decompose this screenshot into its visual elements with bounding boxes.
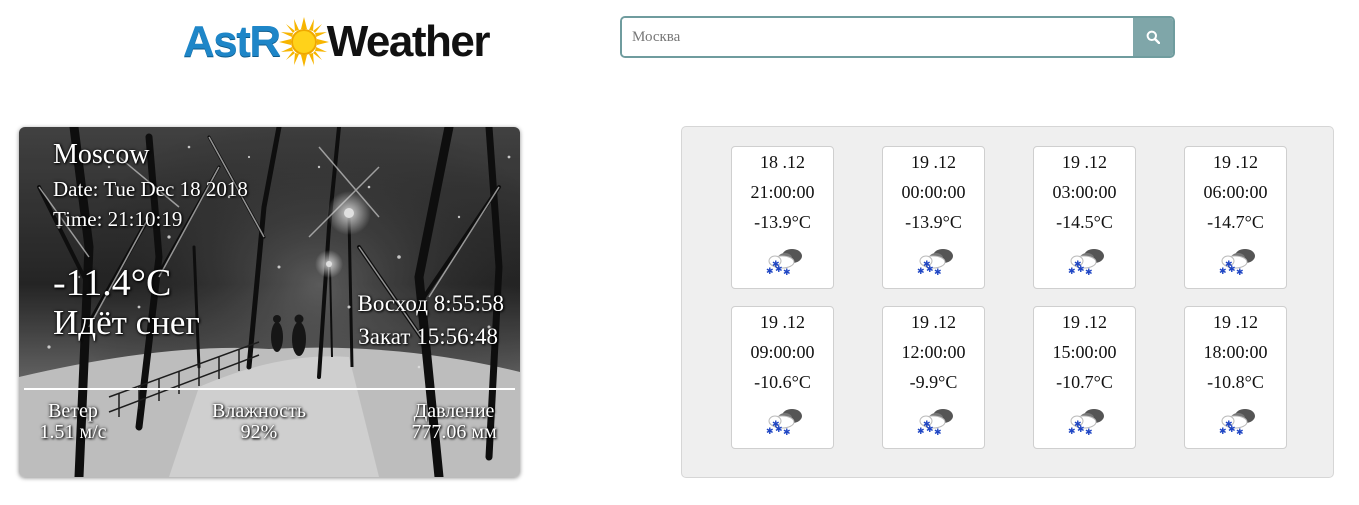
forecast-date: 19 .12 [1213,152,1258,172]
forecast-card: 19 .12 09:00:00 -10.6°C ✱ ✱ ✱ ✱ [731,306,834,449]
sunset-time: Закат 15:56:48 [358,324,498,349]
logo-text-astr: AstR [183,17,281,66]
svg-text:✱: ✱ [934,428,942,437]
forecast-panel: 18 .12 21:00:00 -13.9°C ✱ ✱ ✱ ✱ 19 .12 00:0… [681,126,1334,478]
wind-value: 1.51 м/с [39,421,107,443]
forecast-time: 12:00:00 [901,342,966,362]
svg-text:✱: ✱ [1225,420,1233,430]
forecast-card: 19 .12 12:00:00 -9.9°C ✱ ✱ ✱ ✱ [882,306,985,449]
forecast-card: 18 .12 21:00:00 -13.9°C ✱ ✱ ✱ ✱ [731,146,834,289]
forecast-time: 18:00:00 [1203,342,1268,362]
search-button[interactable] [1133,18,1173,56]
svg-text:✱: ✱ [1236,268,1244,277]
snow-cloud-icon: ✱ ✱ ✱✱ [1219,409,1255,437]
snow-cloud-icon: ✱ ✱ ✱✱ [766,249,802,277]
forecast-date: 19 .12 [760,312,805,332]
forecast-time: 09:00:00 [750,342,815,362]
snow-cloud-icon: ✱ ✱ ✱✱ [1219,249,1255,277]
forecast-date: 18 .12 [760,152,805,172]
logo-text-weather: Weather [326,17,491,66]
snow-cloud-icon: ✱ ✱ ✱✱ [917,409,953,437]
forecast-date: 19 .12 [911,152,956,172]
svg-text:✱: ✱ [783,268,791,277]
app-logo: AstR Weather [183,12,503,72]
svg-text:✱: ✱ [772,420,780,430]
forecast-time: 00:00:00 [901,182,966,202]
svg-text:✱: ✱ [1225,260,1233,270]
forecast-temp: -10.7°C [1056,372,1113,392]
current-condition: Идёт снег [53,303,200,342]
forecast-date: 19 .12 [1062,152,1107,172]
forecast-date: 19 .12 [1213,312,1258,332]
forecast-card: 19 .12 03:00:00 -14.5°C ✱ ✱ ✱ ✱ [1033,146,1136,289]
forecast-temp: -9.9°C [909,372,958,392]
forecast-time: 15:00:00 [1052,342,1117,362]
svg-text:✱: ✱ [1236,428,1244,437]
forecast-temp: -14.7°C [1207,212,1264,232]
forecast-card: 19 .12 18:00:00 -10.8°C ✱ ✱ ✱ ✱ [1184,306,1287,449]
search-bar [620,16,1175,58]
pressure-label: Давление [413,400,495,422]
forecast-temp: -13.9°C [754,212,811,232]
svg-text:✱: ✱ [934,268,942,277]
forecast-temp: -13.9°C [905,212,962,232]
forecast-time: 03:00:00 [1052,182,1117,202]
snow-cloud-icon: ✱ ✱ ✱✱ [1068,249,1104,277]
humidity-value: 92% [240,421,278,443]
snow-cloud-icon: ✱ ✱ ✱✱ [1068,409,1104,437]
svg-text:✱: ✱ [923,420,931,430]
sunrise-time: Восход 8:55:58 [357,291,504,316]
forecast-card: 19 .12 00:00:00 -13.9°C ✱ ✱ ✱ ✱ [882,146,985,289]
humidity-label: Влажность [212,400,306,422]
snow-cloud-icon: ✱ ✱ ✱✱ [766,409,802,437]
current-time: Time: 21:10:19 [53,207,183,231]
wind-stat: Ветер 1.51 м/с [33,401,113,443]
forecast-temp: -10.6°C [754,372,811,392]
forecast-card: 19 .12 15:00:00 -10.7°C ✱ ✱ ✱ ✱ [1033,306,1136,449]
current-temperature: -11.4°C [53,262,172,304]
forecast-temp: -10.8°C [1207,372,1264,392]
search-icon [1146,30,1160,44]
forecast-temp: -14.5°C [1056,212,1113,232]
forecast-card: 19 .12 06:00:00 -14.7°C ✱ ✱ ✱ ✱ [1184,146,1287,289]
svg-text:✱: ✱ [1074,260,1082,270]
pressure-stat: Давление 777.06 мм [404,401,504,443]
forecast-date: 19 .12 [911,312,956,332]
search-input[interactable] [622,18,1133,56]
forecast-time: 06:00:00 [1203,182,1268,202]
svg-text:✱: ✱ [783,428,791,437]
wind-label: Ветер [48,400,98,422]
humidity-stat: Влажность 92% [199,401,319,443]
stats-divider [24,388,515,390]
city-name: Moscow [53,139,150,170]
forecast-date: 19 .12 [1062,312,1107,332]
current-date: Date: Tue Dec 18 2018 [53,177,248,201]
svg-text:✱: ✱ [1085,268,1093,277]
svg-text:✱: ✱ [923,260,931,270]
svg-text:✱: ✱ [1085,428,1093,437]
current-weather-card: Moscow Date: Tue Dec 18 2018 Time: 21:10… [19,127,520,477]
snow-cloud-icon: ✱ ✱ ✱✱ [917,249,953,277]
sun-icon [278,17,329,67]
svg-text:✱: ✱ [772,260,780,270]
pressure-value: 777.06 мм [411,421,497,443]
svg-text:✱: ✱ [1074,420,1082,430]
forecast-time: 21:00:00 [750,182,815,202]
